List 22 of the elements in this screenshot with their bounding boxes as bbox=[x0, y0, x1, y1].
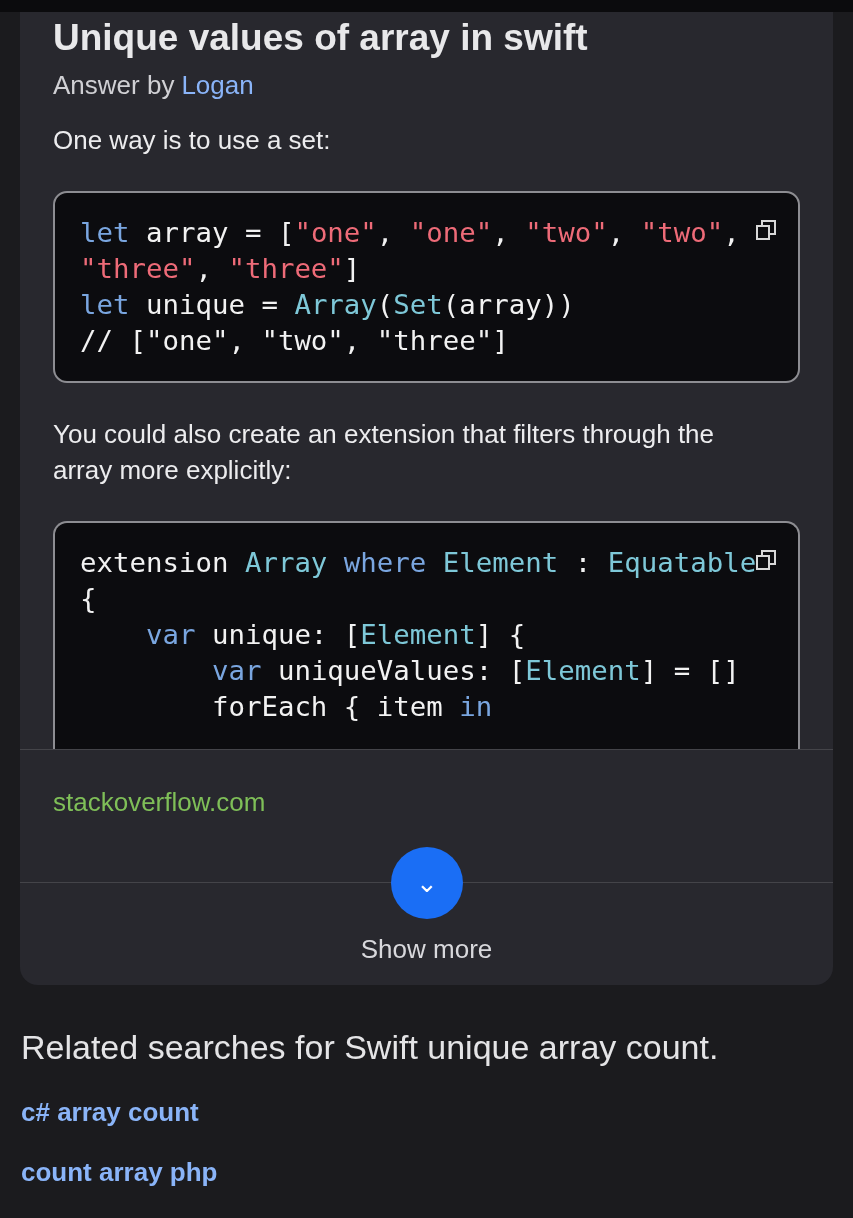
code-line: let unique = Array(Set(array)) bbox=[80, 288, 575, 322]
related-search-link[interactable]: c# array count bbox=[21, 1093, 832, 1131]
answer-paragraph: You could also create an extension that filters through the array more explicitly: bbox=[53, 418, 716, 487]
code-line: var uniqueValues: [Element] = [] bbox=[210, 654, 740, 688]
related-search-link[interactable]: count array php bbox=[21, 1153, 832, 1191]
code-line: forEach { item in bbox=[210, 690, 493, 724]
show-more-label[interactable]: Show more bbox=[360, 933, 493, 965]
copy-icon[interactable] bbox=[755, 549, 777, 571]
author-link[interactable]: Logan bbox=[181, 68, 254, 102]
show-more-button[interactable]: ⌄ bbox=[390, 847, 463, 919]
answer-title[interactable]: Unique values of array in swift bbox=[53, 18, 800, 58]
code-line: var unique: [Element] { bbox=[144, 618, 526, 652]
code-line: let array = ["one", "one", "two", "two", bbox=[80, 216, 740, 250]
byline-label: Answer by bbox=[53, 69, 175, 102]
answer-paragraph: One way is to use a set: bbox=[53, 124, 332, 157]
copy-icon[interactable] bbox=[755, 219, 777, 241]
code-line: { bbox=[80, 582, 97, 616]
source-link[interactable]: stackoverflow.com bbox=[53, 787, 266, 817]
code-line: "three", "three"] bbox=[80, 252, 361, 286]
code-line: extension Array where Element : Equatable bbox=[80, 546, 757, 580]
code-line: // ["one", "two", "three"] bbox=[80, 324, 509, 358]
related-searches-heading: Related searches for Swift unique array count. bbox=[21, 1027, 720, 1067]
